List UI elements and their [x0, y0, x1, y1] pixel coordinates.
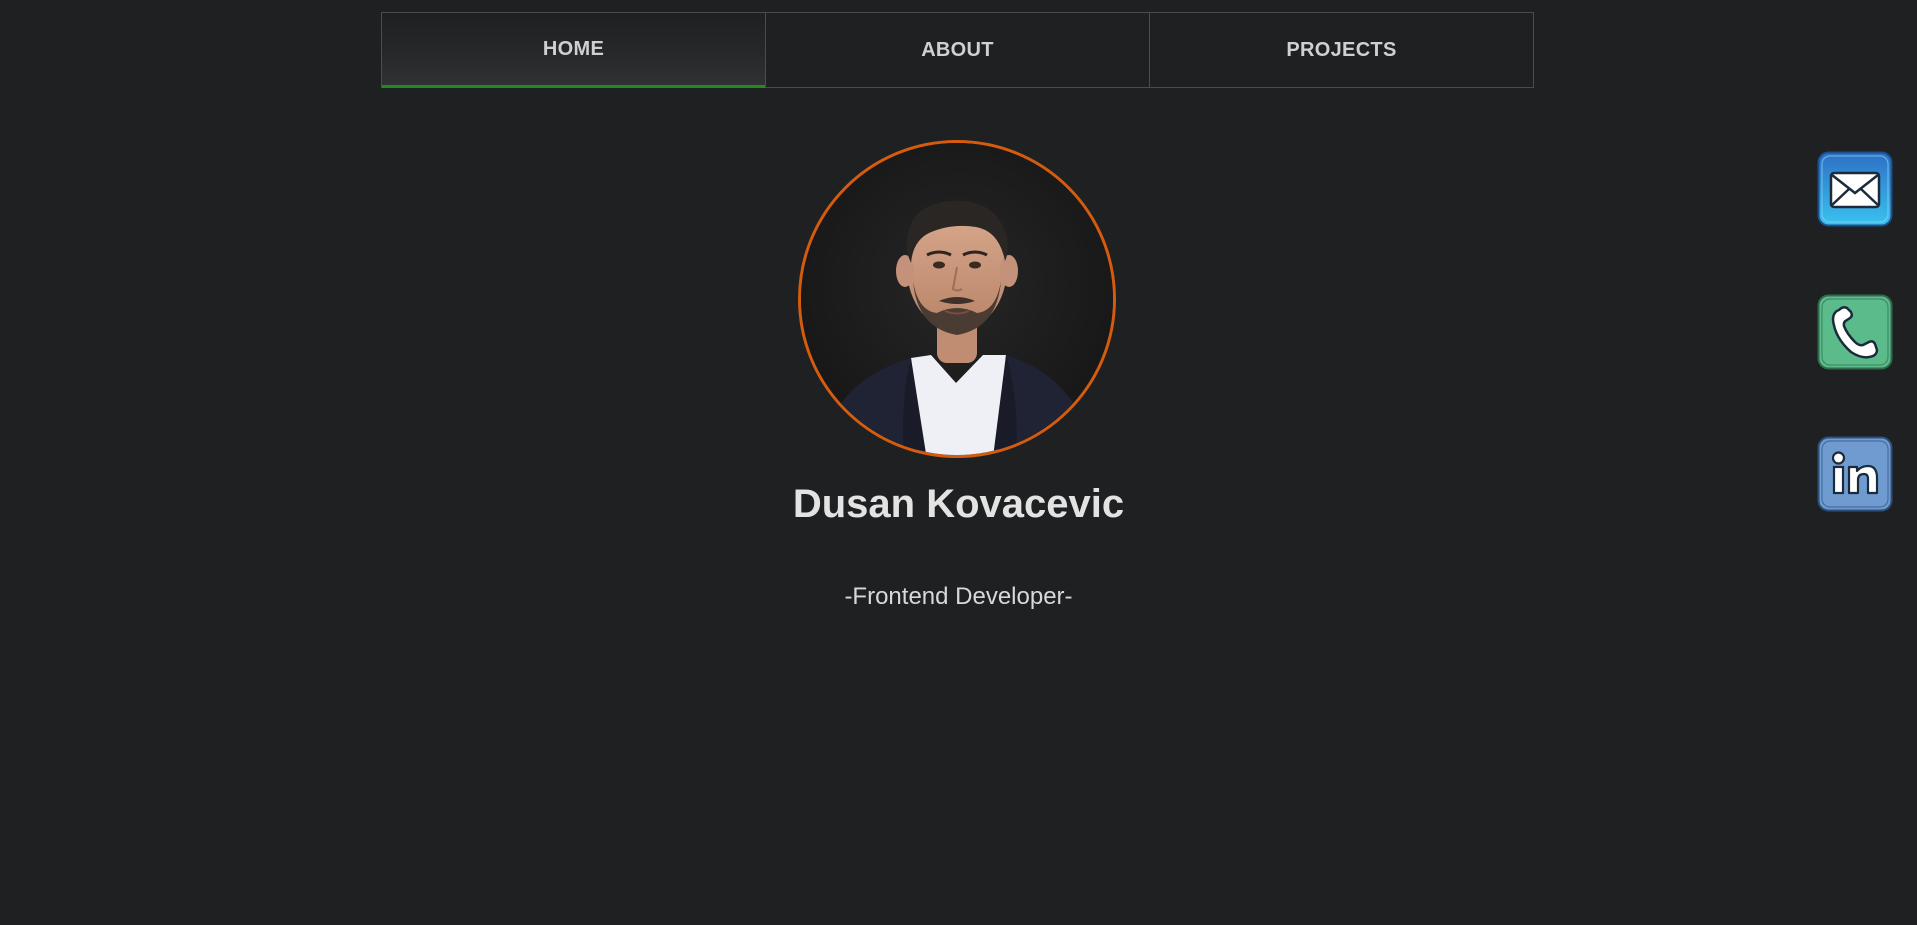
tab-home-label: HOME — [542, 37, 605, 60]
tab-about-label: ABOUT — [921, 38, 994, 61]
avatar — [798, 140, 1116, 458]
profile-photo-illustration — [801, 143, 1113, 455]
profile-name: Dusan Kovacevic — [792, 482, 1125, 526]
profile-role: -Frontend Developer- — [844, 583, 1073, 610]
phone-icon — [1817, 294, 1893, 370]
mail-icon — [1817, 151, 1893, 227]
top-nav: HOME ABOUT PROJECTS — [381, 12, 1534, 88]
linkedin-button[interactable] — [1817, 436, 1893, 512]
page: HOME ABOUT PROJECTS Dusan Kovacevic -Fro… — [0, 0, 1917, 925]
linkedin-icon — [1817, 436, 1893, 512]
tab-about[interactable]: ABOUT — [766, 13, 1150, 87]
tab-home[interactable]: HOME — [382, 13, 766, 88]
tab-projects[interactable]: PROJECTS — [1150, 13, 1533, 87]
phone-button[interactable] — [1817, 294, 1893, 370]
mail-button[interactable] — [1817, 151, 1893, 227]
tab-projects-label: PROJECTS — [1286, 38, 1397, 61]
